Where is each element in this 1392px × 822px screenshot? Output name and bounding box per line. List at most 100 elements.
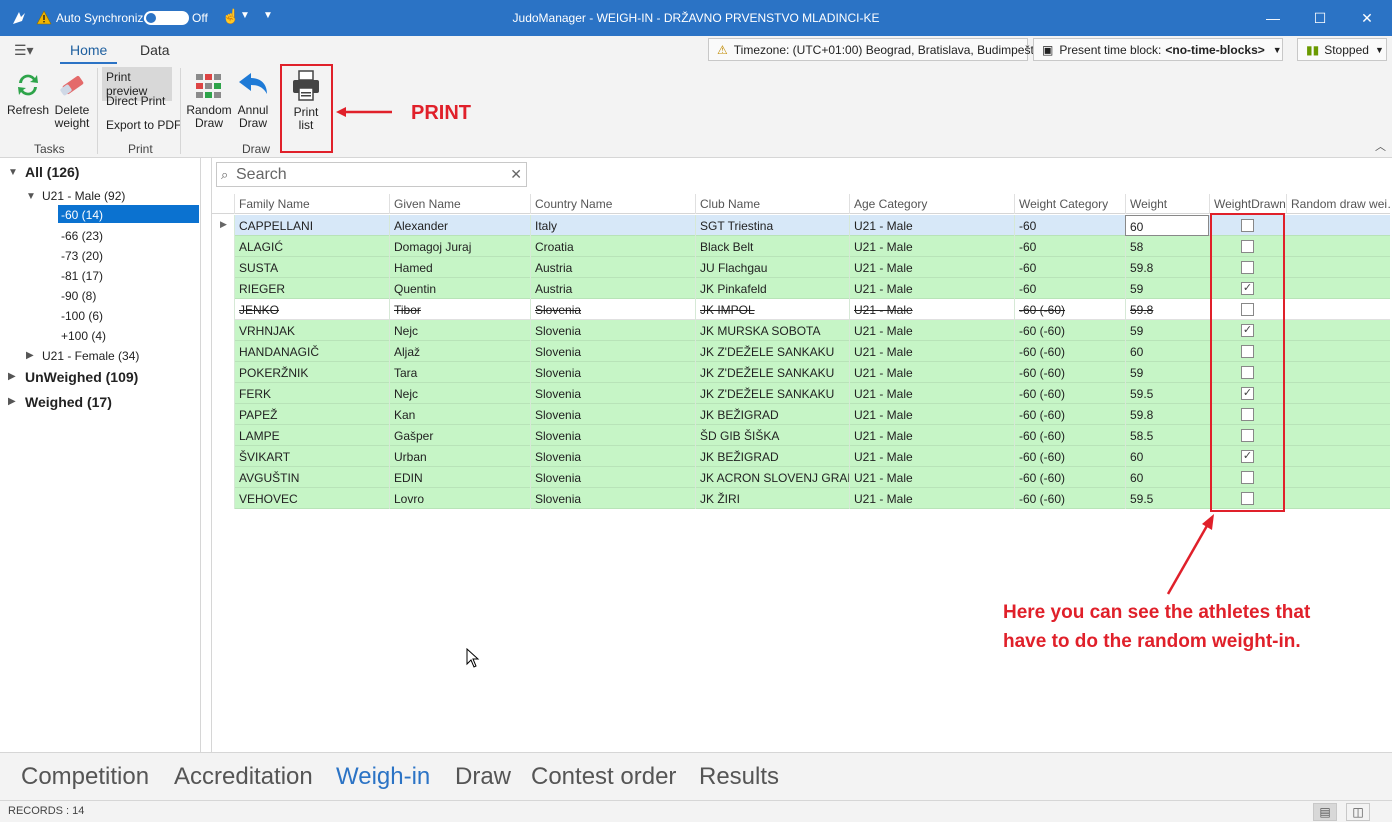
toggle-knob (146, 13, 156, 23)
minimize-button[interactable]: — (1250, 0, 1296, 36)
refresh-button[interactable]: Refresh (6, 70, 50, 117)
tab-data[interactable]: Data (140, 42, 170, 58)
collapsed-caret-icon[interactable]: ▶ (8, 371, 16, 382)
tree-node-category[interactable]: -60 (14) (58, 205, 199, 223)
status-selector[interactable]: ▮▮ Stopped ▼ (1297, 38, 1387, 61)
touch-mode-icon[interactable]: ☝ (222, 8, 239, 25)
tree-node-all[interactable]: All (126) (25, 164, 79, 180)
column-header-club[interactable]: Club Name (695, 194, 849, 214)
tree-node-weighed[interactable]: Weighed (17) (25, 394, 112, 410)
cell-club: Black Belt (695, 236, 849, 257)
collapsed-caret-icon[interactable]: ▶ (26, 350, 34, 361)
cell-weight: 59 (1125, 278, 1209, 299)
warning-icon (36, 10, 52, 25)
tree-node-category[interactable]: -100 (6) (61, 309, 103, 323)
cell-given: Hamed (389, 257, 530, 278)
cell-weight-category: -60 (-60) (1014, 362, 1125, 383)
random-draw-button[interactable]: Random Draw (186, 72, 232, 130)
column-header-age[interactable]: Age Category (849, 194, 1014, 214)
tab-home[interactable]: Home (59, 42, 118, 64)
tree-node-category[interactable]: -90 (8) (61, 289, 96, 303)
cell-club: JK BEŽIGRAD (695, 404, 849, 425)
cell-given: Tara (389, 362, 530, 383)
layout-view-icon[interactable]: ◫ (1346, 803, 1370, 821)
search-input[interactable]: Search (236, 166, 287, 184)
cell-age: U21 - Male (849, 446, 1014, 467)
status-bar: RECORDS : 14 ▤ ◫ (0, 800, 1392, 822)
cell-given: Kan (389, 404, 530, 425)
cell-given: Urban (389, 446, 530, 467)
records-count: RECORDS : 14 (8, 805, 85, 817)
cell-weight-category: -60 (-60) (1014, 320, 1125, 341)
column-header-weight-drawn[interactable]: WeightDrawn (1209, 194, 1286, 214)
collapse-ribbon-icon[interactable]: ︿ (1375, 138, 1386, 154)
cell-country: Slovenia (530, 383, 695, 404)
cell-family: ALAGIĆ (234, 236, 389, 257)
chevron-down-icon: ▼ (1272, 44, 1282, 55)
column-header-weight-category[interactable]: Weight Category (1014, 194, 1125, 214)
close-button[interactable]: ✕ (1344, 0, 1390, 36)
toggle-state-label: Off (192, 11, 208, 25)
cell-family: HANDANAGIČ (234, 341, 389, 362)
annul-draw-button[interactable]: Annul Draw (234, 72, 272, 130)
app-menu-icon[interactable]: ☰▾ (14, 42, 34, 59)
delete-weight-button[interactable]: Delete weight (52, 70, 92, 130)
cell-country: Slovenia (530, 404, 695, 425)
clear-search-icon[interactable]: ✕ (510, 166, 522, 183)
time-block-selector[interactable]: ▣ Present time block: <no-time-blocks> ▼ (1033, 38, 1283, 61)
tree-node-category[interactable]: -73 (20) (61, 249, 103, 263)
cell-age: U21 - Male (849, 215, 1014, 236)
timezone-label: Timezone: (UTC+01:00) Beograd, Bratislav… (733, 42, 1046, 57)
maximize-button[interactable]: ☐ (1297, 0, 1343, 36)
direct-print-button[interactable]: Direct Print (102, 91, 169, 111)
nav-contest-order[interactable]: Contest order (531, 763, 676, 791)
tree-node-male[interactable]: U21 - Male (92) (42, 189, 125, 203)
annul-draw-label-2: Draw (238, 116, 267, 130)
normal-view-icon[interactable]: ▤ (1313, 803, 1337, 821)
group-label-tasks: Tasks (34, 142, 65, 156)
cell-family: AVGUŠTIN (234, 467, 389, 488)
nav-competition[interactable]: Competition (21, 763, 149, 791)
tree-node-unweighed[interactable]: UnWeighed (109) (25, 369, 138, 385)
export-pdf-button[interactable]: Export to PDF (102, 115, 185, 135)
nav-weigh-in[interactable]: Weigh-in (336, 763, 430, 791)
nav-accreditation[interactable]: Accreditation (174, 763, 313, 791)
cell-country: Slovenia (530, 341, 695, 362)
random-draw-label-2: Draw (194, 116, 223, 130)
column-header-weight[interactable]: Weight (1125, 194, 1209, 214)
tree-node-category[interactable]: -81 (17) (61, 269, 103, 283)
cell-given: Gašper (389, 425, 530, 446)
tree-node-female[interactable]: U21 - Female (34) (42, 349, 139, 363)
search-box[interactable]: ⌕ Search ✕ (216, 162, 527, 187)
nav-results[interactable]: Results (699, 763, 779, 791)
cell-family: JENKO (234, 299, 389, 320)
chevron-down-icon[interactable]: ▼ (240, 10, 250, 21)
cell-age: U21 - Male (849, 425, 1014, 446)
column-header-given[interactable]: Given Name (389, 194, 530, 214)
cell-weight-editor[interactable]: 60 (1125, 215, 1209, 236)
cell-country: Slovenia (530, 446, 695, 467)
cell-country: Slovenia (530, 488, 695, 509)
nav-draw[interactable]: Draw (455, 763, 511, 791)
cell-given: Alexander (389, 215, 530, 236)
collapsed-caret-icon[interactable]: ▶ (8, 396, 16, 407)
expanded-caret-icon[interactable]: ▼ (8, 167, 18, 178)
cell-given: EDIN (389, 467, 530, 488)
column-header-random-draw[interactable]: Random draw wei… (1286, 194, 1390, 214)
auto-sync-toggle[interactable] (144, 11, 189, 25)
quick-access-chevron-icon[interactable]: ▼ (263, 10, 273, 21)
cell-family: SUSTA (234, 257, 389, 278)
column-header-country[interactable]: Country Name (530, 194, 695, 214)
expanded-caret-icon[interactable]: ▼ (26, 191, 36, 202)
cell-age: U21 - Male (849, 299, 1014, 320)
cell-club: JK BEŽIGRAD (695, 446, 849, 467)
annotation-note: Here you can see the athletes that have … (1003, 598, 1363, 656)
cell-given: Domagoj Juraj (389, 236, 530, 257)
cell-family: VEHOVEC (234, 488, 389, 509)
column-header-family[interactable]: Family Name (234, 194, 389, 214)
cell-club: JK MURSKA SOBOTA (695, 320, 849, 341)
tree-node-category[interactable]: -66 (23) (61, 229, 103, 243)
cell-age: U21 - Male (849, 404, 1014, 425)
timezone-selector[interactable]: ⚠ Timezone: (UTC+01:00) Beograd, Bratisl… (708, 38, 1046, 61)
tree-node-category[interactable]: +100 (4) (61, 329, 106, 343)
